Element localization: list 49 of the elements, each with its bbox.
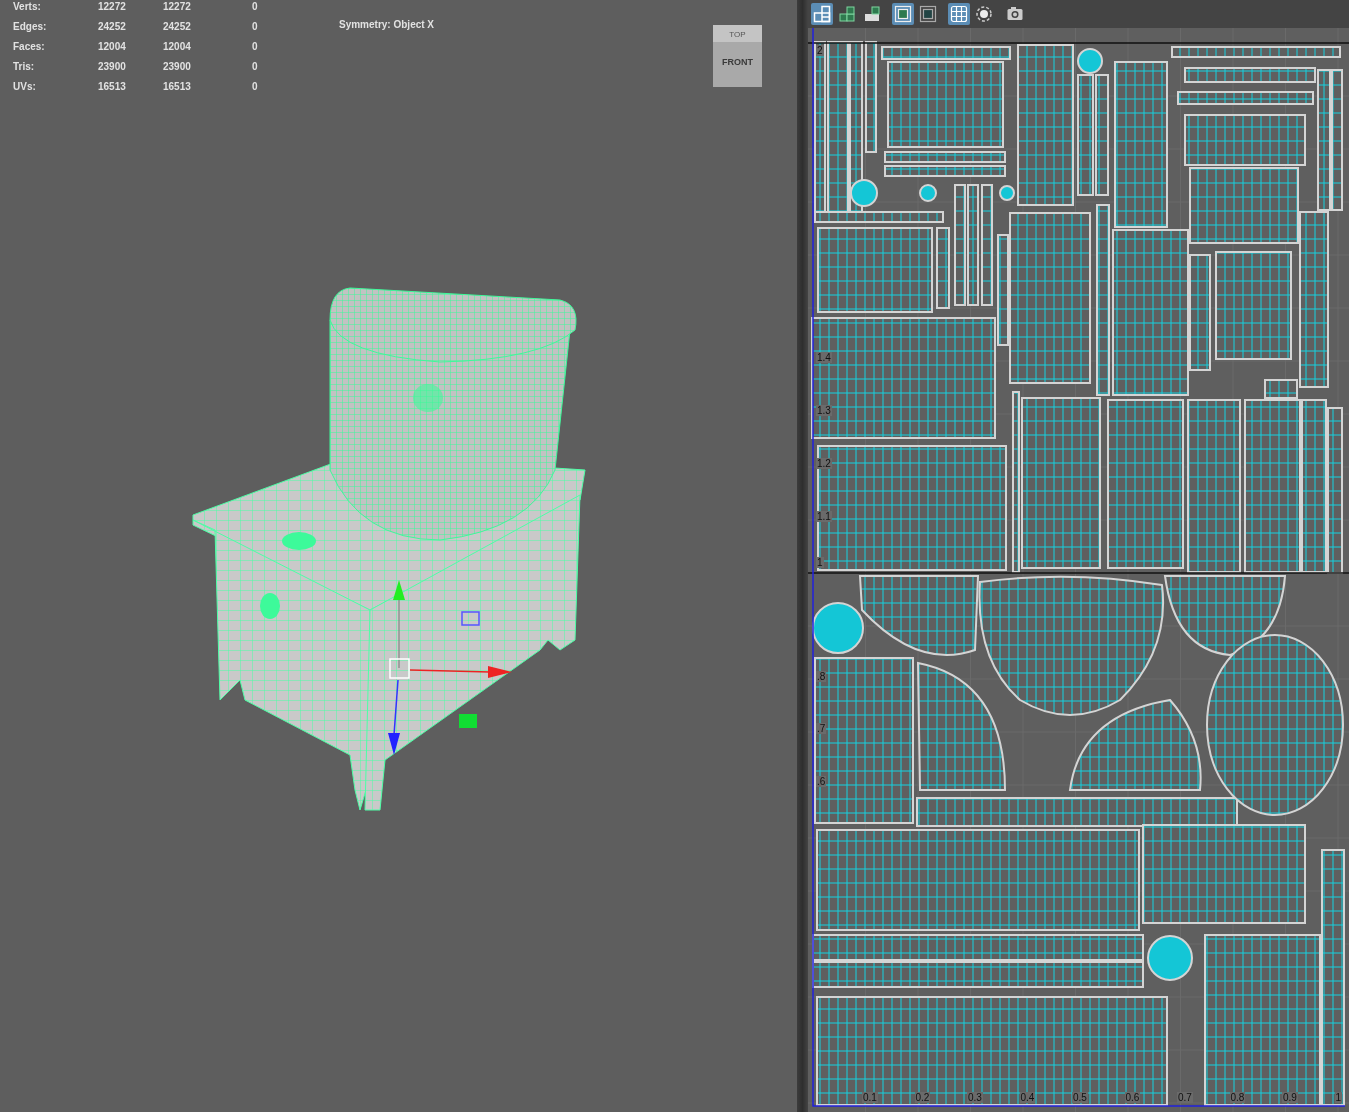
v-axis-label: 1.1 [816, 511, 832, 522]
stat-value: 0 [252, 60, 259, 74]
view-cube[interactable]: TOP FRONT [713, 25, 762, 87]
stat-value: 24252 [163, 20, 192, 34]
u-axis-label: 0.4 [1019, 1092, 1036, 1103]
stat-value: 12272 [98, 0, 127, 14]
stat-value: 12004 [98, 40, 127, 54]
u-axis-label: 0.2 [914, 1092, 931, 1103]
stat-label: Tris: [13, 60, 36, 74]
uv-canvas[interactable]: 2 1.4 1.3 1.2 1.1 1 .8 .7 .6 0.1 0.2 0.3 0.4 0.5 0.6 0.7 0.8 0.9 1 [808, 28, 1349, 1112]
v-axis-label: 1.4 [816, 352, 832, 363]
tiles-toolbar-button[interactable] [811, 3, 833, 25]
stat-value: 0 [252, 20, 259, 34]
grid-toolbar-button[interactable] [948, 3, 970, 25]
stat-value: 24252 [98, 20, 127, 34]
stat-value: 12004 [163, 40, 192, 54]
u-axis-label: 0.8 [1229, 1092, 1246, 1103]
stat-value: 16513 [98, 80, 127, 94]
v-axis-label: .7 [816, 723, 827, 734]
stat-value: 0 [252, 80, 259, 94]
stat-label: UVs: [13, 80, 37, 94]
v-axis-label: 1.3 [816, 405, 832, 416]
move-manipulator-drawing[interactable] [388, 580, 512, 755]
v-axis-label: 1.2 [816, 458, 832, 469]
frame-toolbar-button[interactable] [892, 3, 914, 25]
u-axis-label: 0.5 [1072, 1092, 1088, 1103]
v-axis-label: 2 [816, 45, 824, 56]
u-axis-label: 0.9 [1282, 1092, 1298, 1103]
stat-label: Faces: [13, 40, 46, 54]
stat-value: 0 [252, 0, 259, 14]
v-axis-label: .6 [816, 776, 827, 787]
frame-dark-toolbar-button[interactable] [917, 3, 939, 25]
u-axis-label: 0.6 [1124, 1092, 1141, 1103]
stat-value: 0 [252, 40, 259, 54]
u-axis-label: 0.7 [1177, 1092, 1193, 1103]
stat-value: 23900 [98, 60, 127, 74]
stat-value: 12272 [163, 0, 192, 14]
u-axis-label: 1 [1334, 1092, 1343, 1103]
v-axis-label: .8 [816, 671, 827, 682]
stat-value: 23900 [163, 60, 192, 74]
u-axis-label: 0.1 [862, 1092, 878, 1103]
shaded-toolbar-button[interactable] [973, 3, 995, 25]
stat-label: Verts: [13, 0, 42, 14]
tiles-filled-toolbar-button[interactable] [836, 3, 858, 25]
u-axis-label: 0.3 [967, 1092, 983, 1103]
symmetry-label: Symmetry: Object X [339, 19, 435, 30]
stat-value: 16513 [163, 80, 192, 94]
v-axis-label: 1 [816, 557, 824, 568]
stat-label: Edges: [13, 20, 48, 34]
